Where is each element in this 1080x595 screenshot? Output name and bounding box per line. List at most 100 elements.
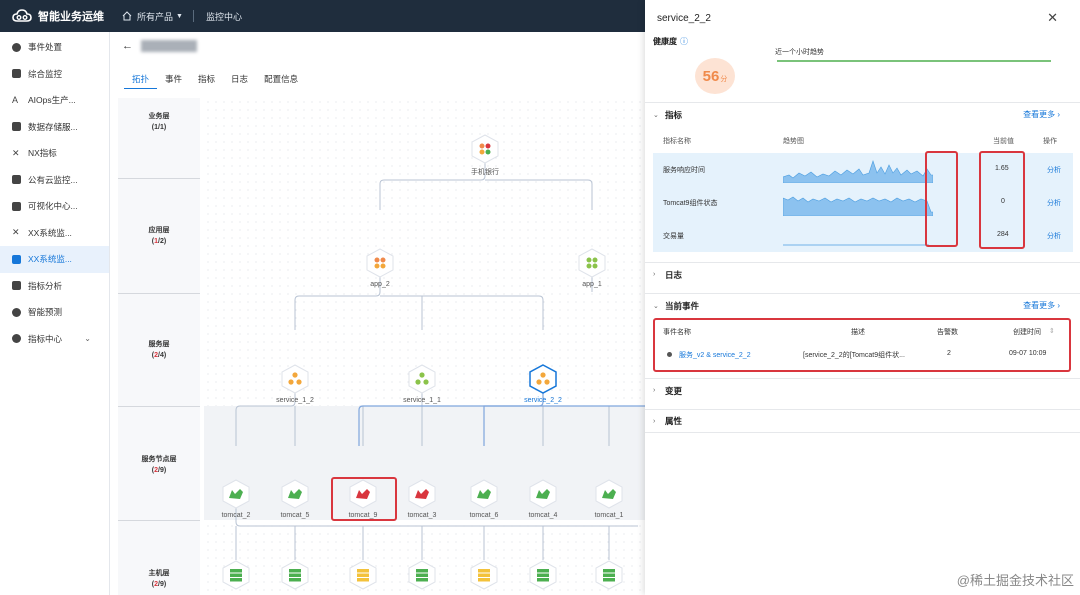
- node-tomcat-1[interactable]: tomcat_1: [579, 479, 639, 519]
- server-warning-icon: [348, 560, 378, 590]
- col-event-name: 事件名称: [663, 329, 691, 336]
- node-label: tomcat_5: [280, 512, 310, 519]
- node-host[interactable]: [265, 560, 325, 590]
- sidebar-item-visual[interactable]: 可视化中心...: [0, 193, 109, 220]
- product-menu-label: 所有产品: [137, 11, 174, 22]
- home-icon: [122, 11, 132, 21]
- sidebar-item-storage[interactable]: 数据存储服...: [0, 114, 109, 141]
- node-tomcat-2[interactable]: tomcat_2: [206, 479, 266, 519]
- monitor-icon: [12, 69, 21, 79]
- sidebar-item-nx[interactable]: ✕ NX指标: [0, 140, 109, 167]
- monitor-center-link[interactable]: 监控中心: [206, 10, 242, 23]
- tab-events[interactable]: 事件: [157, 70, 190, 89]
- node-service-1-1[interactable]: service_1_1: [392, 364, 452, 404]
- event-count: 2: [947, 350, 951, 357]
- node-app-2[interactable]: app_2: [350, 248, 410, 288]
- sidebar-item-label: 数据存储服...: [28, 121, 78, 132]
- server-icon: [594, 560, 624, 590]
- section-changes[interactable]: › 变更: [645, 378, 1080, 402]
- node-label: app_2: [370, 281, 390, 288]
- node-host[interactable]: [333, 560, 393, 590]
- event-row[interactable]: 服务_v2 & service_2_2 [service_2_2的[Tomcat…: [657, 344, 1067, 364]
- node-mobile-banking[interactable]: 手机银行: [455, 134, 515, 177]
- events-table-header: 事件名称 描述 告警数 创建时间 ⇕: [657, 323, 1067, 339]
- health-score: 56 分: [695, 58, 735, 94]
- monitor-center-label: 监控中心: [205, 11, 242, 22]
- watermark: @稀土掘金技术社区: [956, 573, 1074, 588]
- section-logs[interactable]: › 日志: [645, 262, 1080, 286]
- sidebar-item-event[interactable]: 事件处置: [0, 34, 109, 61]
- sidebar-item-label: 指标分析: [28, 280, 63, 291]
- section-title: 指标: [665, 109, 683, 120]
- topology-canvas[interactable]: 业务层 (1/1) 应用层 (1/2) 服务层 (2/4) 服务节点层 (2/9) 主机…: [118, 98, 645, 595]
- event-name-link[interactable]: 服务_v2 & service_2_2: [679, 350, 751, 360]
- server-icon: [221, 560, 251, 590]
- tab-topology[interactable]: 拓扑: [124, 70, 158, 89]
- sidebar-item-cloud[interactable]: 公有云监控...: [0, 167, 109, 194]
- tomcat-icon: [528, 479, 558, 509]
- chevron-right-icon: ›: [653, 271, 656, 278]
- analyze-link[interactable]: 分析: [1047, 231, 1061, 241]
- node-label: service_1_2: [276, 397, 314, 404]
- node-tomcat-3[interactable]: tomcat_3: [392, 479, 452, 519]
- section-metrics[interactable]: ⌄ 指标 查看更多 ›: [645, 102, 1080, 126]
- sidebar-item-aiops[interactable]: A AIOps生产...: [0, 87, 109, 114]
- node-tomcat-6[interactable]: tomcat_6: [454, 479, 514, 519]
- node-host[interactable]: [579, 560, 639, 590]
- sidebar-item-predict[interactable]: 智能预测: [0, 299, 109, 326]
- sort-icon[interactable]: ⇕: [1049, 327, 1055, 335]
- system-icon: ✕: [12, 227, 20, 238]
- tab-config[interactable]: 配置信息: [256, 70, 306, 89]
- node-service-1-2[interactable]: service_1_2: [265, 364, 325, 404]
- highlight-box: [979, 151, 1025, 249]
- tab-logs[interactable]: 日志: [223, 70, 256, 89]
- node-tomcat-5[interactable]: tomcat_5: [265, 479, 325, 519]
- back-arrow-icon[interactable]: ←: [122, 40, 133, 52]
- sidebar-item-system-b[interactable]: XX系统监...: [0, 246, 109, 273]
- sidebar-item-label: 指标中心: [28, 333, 63, 344]
- node-label: service_1_1: [403, 397, 441, 404]
- highlight-box: [925, 151, 958, 247]
- analyze-link[interactable]: 分析: [1047, 198, 1061, 208]
- event-desc: [service_2_2的[Tomcat9组件状...: [803, 352, 905, 359]
- node-host[interactable]: [392, 560, 452, 590]
- hexagon-node: [365, 248, 395, 278]
- caret-down-icon: ▼: [176, 12, 183, 20]
- sidebar-item-metric-center[interactable]: 指标中心 ⌄: [0, 326, 109, 353]
- metric-name: 服务响应时间: [663, 167, 705, 174]
- col-count: 告警数: [937, 329, 958, 336]
- node-label: 手机银行: [471, 169, 499, 176]
- metrics-table-header: 指标名称 趋势图 当前值 操作: [653, 132, 1073, 148]
- help-icon[interactable]: ⓘ: [680, 37, 688, 46]
- health-trend-line: [777, 60, 1051, 62]
- see-more-link[interactable]: 查看更多 ›: [1023, 109, 1060, 120]
- sidebar-item-system-a[interactable]: ✕ XX系统监...: [0, 220, 109, 247]
- node-host[interactable]: [206, 560, 266, 590]
- node-service-2-2[interactable]: service_2_2: [513, 364, 573, 404]
- redacted-system-name: [141, 40, 197, 52]
- health-label: 健康度: [653, 37, 677, 46]
- main-content: ← 拓扑 事件 指标 日志 配置信息 业务层 (1/1) 应用层 (1/2) 服务层…: [110, 32, 645, 595]
- logo[interactable]: 智能业务运维: [0, 8, 110, 24]
- tab-metrics[interactable]: 指标: [190, 70, 223, 89]
- product-menu[interactable]: 所有产品 ▼: [122, 10, 183, 23]
- analyze-link[interactable]: 分析: [1047, 165, 1061, 175]
- node-tomcat-4[interactable]: tomcat_4: [513, 479, 573, 519]
- tomcat-icon: [469, 479, 499, 509]
- node-host[interactable]: [513, 560, 573, 590]
- section-events[interactable]: ⌄ 当前事件 查看更多 ›: [645, 293, 1080, 317]
- node-host[interactable]: [454, 560, 514, 590]
- see-more-link[interactable]: 查看更多 ›: [1023, 300, 1060, 311]
- sidebar-item-monitor[interactable]: 综合监控: [0, 61, 109, 88]
- node-label: tomcat_1: [594, 512, 624, 519]
- tomcat-icon: [221, 479, 251, 509]
- ai-icon: A: [12, 94, 19, 105]
- node-app-1[interactable]: app_1: [562, 248, 622, 288]
- section-attributes[interactable]: › 属性: [645, 409, 1080, 433]
- event-time: 09-07 10:09: [1009, 350, 1047, 357]
- close-icon[interactable]: ✕: [1047, 10, 1058, 26]
- server-warning-icon: [469, 560, 499, 590]
- col-name: 指标名称: [663, 138, 691, 145]
- sidebar-item-analysis[interactable]: 指标分析: [0, 273, 109, 300]
- divider: [192, 10, 194, 22]
